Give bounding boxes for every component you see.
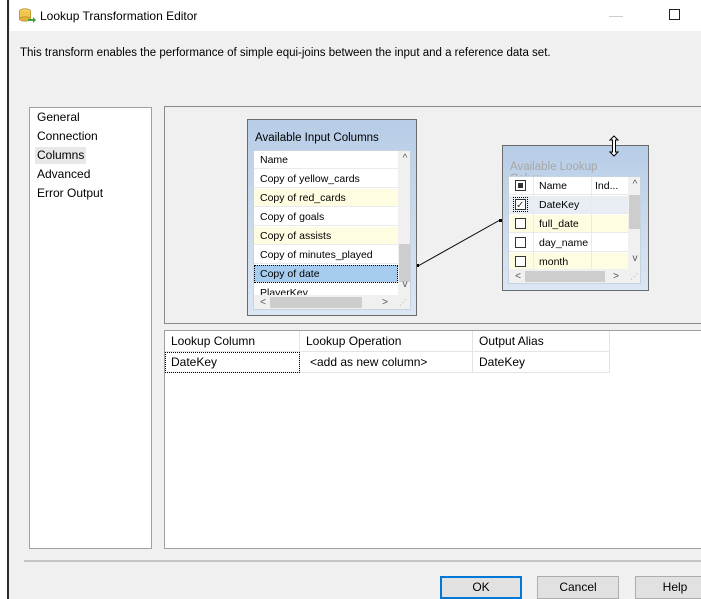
grid-cell-output-alias[interactable]: DateKey: [473, 352, 610, 373]
scroll-up-icon[interactable]: ^: [398, 153, 410, 164]
lookup-mapping-grid: Lookup Column Lookup Operation Output Al…: [164, 330, 701, 549]
lookup-index-header[interactable]: Ind...: [595, 177, 618, 195]
description-text: This transform enables the performance o…: [20, 47, 551, 59]
resize-grip-icon[interactable]: ⋰: [396, 298, 410, 307]
input-column-row[interactable]: Copy of minutes_played: [254, 246, 398, 264]
lookup-column-checkbox[interactable]: [515, 237, 526, 248]
input-columns-list: Name Copy of yellow_cards Copy of red_ca…: [253, 150, 411, 310]
input-column-row[interactable]: Copy of red_cards: [254, 189, 398, 207]
select-all-checkbox[interactable]: [515, 180, 526, 191]
window-left-edge: [0, 0, 9, 599]
input-columns-hscrollbar[interactable]: < > ⋰: [254, 295, 410, 309]
scroll-down-icon[interactable]: v: [398, 279, 410, 290]
lookup-name-header[interactable]: Name: [539, 177, 567, 195]
title-bar: Lookup Transformation Editor —: [10, 0, 701, 31]
lookup-columns-title: Available Lookup Colum...: [510, 161, 598, 185]
lookup-column-checkbox[interactable]: [513, 197, 528, 215]
lookup-column-name: full_date: [539, 218, 579, 230]
input-columns-hscroll-thumb[interactable]: [270, 297, 362, 308]
input-column-row[interactable]: Copy of yellow_cards: [254, 170, 398, 188]
cancel-button[interactable]: Cancel: [537, 576, 619, 599]
scroll-right-icon[interactable]: >: [378, 297, 392, 308]
scroll-right-icon[interactable]: >: [609, 271, 623, 282]
column-divider: [533, 177, 534, 272]
help-button[interactable]: Help: [635, 576, 701, 599]
input-columns-window[interactable]: Available Input Columns Name Copy of yel…: [247, 119, 417, 316]
lookup-column-row[interactable]: full_date: [509, 215, 628, 233]
scroll-down-icon[interactable]: v: [628, 253, 640, 264]
input-column-row[interactable]: Copy of goals: [254, 208, 398, 226]
grid-header-lookup-operation[interactable]: Lookup Operation: [300, 331, 473, 352]
input-columns-title: Available Input Columns: [255, 132, 379, 144]
nav-item-columns[interactable]: Columns: [35, 147, 87, 164]
footer-separator: [24, 560, 701, 562]
lookup-columns-vscrollbar[interactable]: ^ v: [628, 177, 640, 269]
lookup-columns-hscroll-thumb[interactable]: [525, 271, 605, 282]
lookup-columns-header: Name Ind...: [509, 177, 628, 195]
lookup-column-name: day_name: [539, 237, 589, 249]
input-columns-vscroll-thumb[interactable]: [399, 244, 410, 282]
maximize-button[interactable]: [669, 9, 680, 20]
lookup-column-checkbox[interactable]: [515, 218, 526, 229]
lookup-column-row[interactable]: DateKey: [509, 196, 628, 215]
page-navigation: General Connection Columns Advanced Erro…: [29, 107, 152, 549]
scroll-up-icon[interactable]: ^: [628, 179, 640, 190]
resize-cursor-icon: [608, 135, 620, 157]
ok-button[interactable]: OK: [440, 576, 522, 599]
grid-cell-lookup-column[interactable]: DateKey: [165, 352, 300, 373]
grid-cell-lookup-operation[interactable]: <add as new column>: [300, 352, 473, 373]
input-column-row-selected[interactable]: Copy of date: [254, 265, 398, 283]
lookup-column-name: DateKey: [539, 199, 580, 211]
lookup-column-row[interactable]: day_name: [509, 234, 628, 252]
grid-header-output-alias[interactable]: Output Alias: [473, 331, 610, 352]
column-mapping-canvas: Available Input Columns Name Copy of yel…: [164, 106, 701, 324]
nav-item-general[interactable]: General: [35, 109, 82, 126]
lookup-columns-window[interactable]: Available Lookup Colum... Name Ind... Da…: [502, 145, 649, 291]
nav-item-error-output[interactable]: Error Output: [35, 185, 105, 202]
lookup-columns-hscrollbar[interactable]: < > ⋰: [509, 269, 640, 283]
resize-grip-icon[interactable]: ⋰: [627, 272, 640, 281]
lookup-column-checkbox[interactable]: [515, 256, 526, 267]
minimize-button[interactable]: —: [606, 8, 626, 24]
input-columns-vscrollbar[interactable]: ^ v: [398, 151, 410, 295]
lookup-transform-icon: [18, 6, 36, 24]
grid-header-lookup-column[interactable]: Lookup Column: [165, 331, 300, 352]
nav-item-connection[interactable]: Connection: [35, 128, 100, 145]
scroll-left-icon[interactable]: <: [511, 271, 525, 282]
mapping-line[interactable]: [417, 219, 501, 267]
scroll-left-icon[interactable]: <: [256, 297, 270, 308]
window-title: Lookup Transformation Editor: [40, 9, 198, 23]
input-columns-header[interactable]: Name: [254, 151, 398, 169]
column-divider: [591, 177, 592, 272]
nav-item-advanced[interactable]: Advanced: [35, 166, 92, 183]
input-column-row[interactable]: Copy of assists: [254, 227, 398, 245]
lookup-columns-list: Name Ind... DateKey full_date day_name m…: [508, 176, 641, 284]
lookup-columns-vscroll-thumb[interactable]: [629, 195, 640, 229]
